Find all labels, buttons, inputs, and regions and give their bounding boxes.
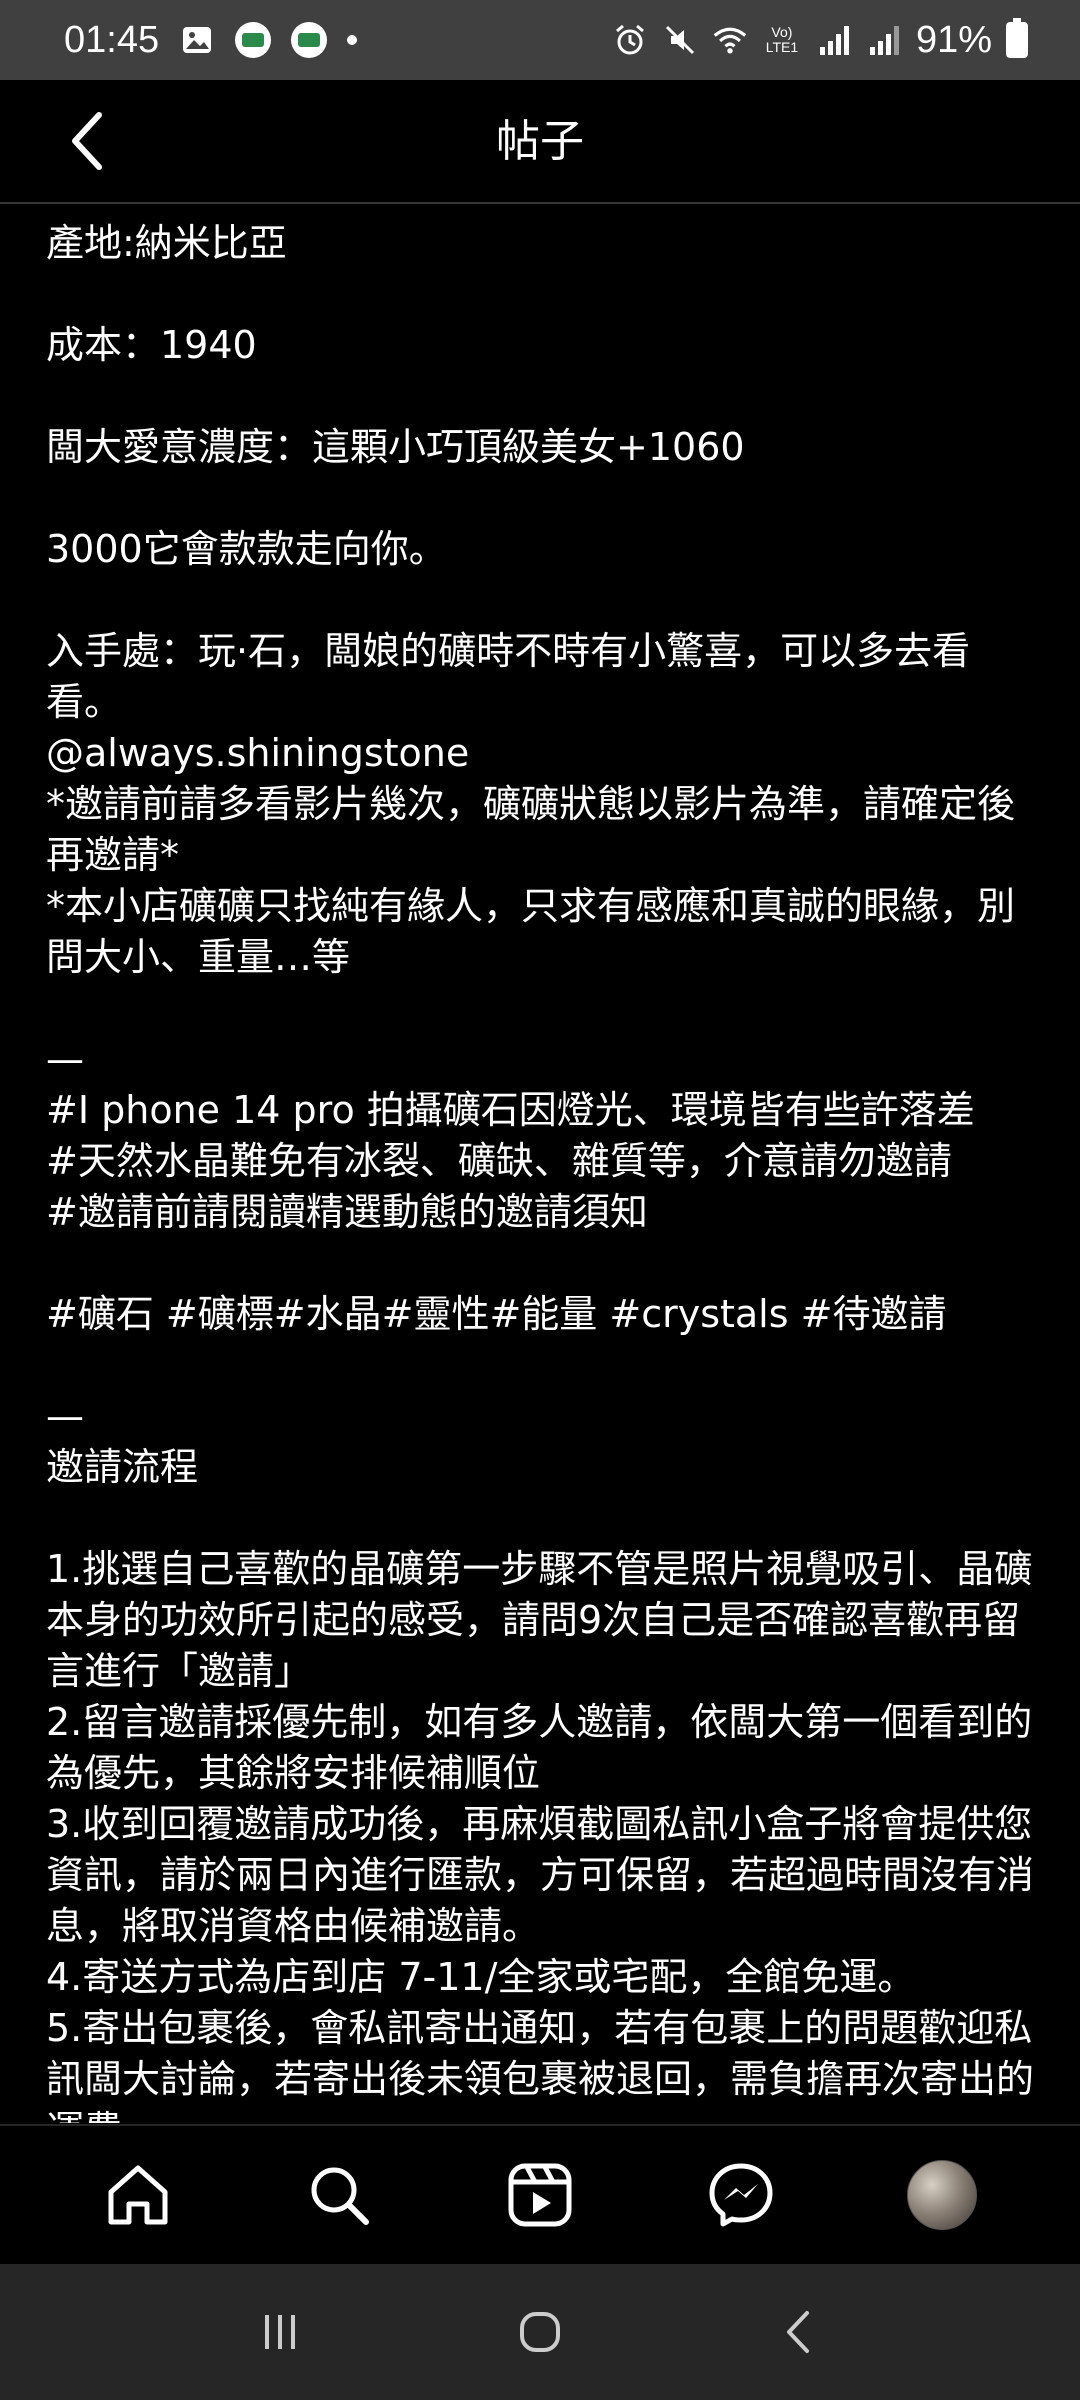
header-bar: 帖子 bbox=[0, 80, 1080, 204]
back-chevron-icon bbox=[787, 2311, 809, 2353]
gallery-icon bbox=[179, 22, 215, 58]
search-icon bbox=[311, 2167, 370, 2225]
alarm-icon bbox=[612, 22, 648, 58]
battery-icon bbox=[1006, 18, 1028, 58]
hashtag-line[interactable]: #天然水晶難免有冰裂、礦缺、雜質等，介意請勿邀請 bbox=[46, 1136, 1036, 1187]
caption-line bbox=[46, 983, 1036, 1034]
caption-line: 5.寄出包裹後，會私訊寄出通知，若有包裹上的問題歡迎私訊闆大討論，若寄出後未領包… bbox=[46, 2006, 1035, 2123]
caption-line: — bbox=[46, 1394, 84, 1438]
caption-line: *本小店礦礦只找純有緣人，只求有感應和真誠的眼緣，別問大小、重量…等 bbox=[46, 884, 1016, 979]
tab-messenger[interactable] bbox=[691, 2145, 791, 2245]
chevron-left-icon bbox=[72, 112, 102, 170]
home-icon bbox=[108, 2165, 168, 2225]
system-navigation-bar bbox=[0, 2264, 1080, 2400]
bottom-tab-bar bbox=[0, 2124, 1080, 2264]
caption-line: 3000它會款款走向你。 bbox=[46, 527, 447, 571]
post-caption: 產地:納米比亞 成本：1940 闆大愛意濃度：這顆小巧頂級美女+1060 300… bbox=[46, 218, 1036, 2123]
reels-icon bbox=[508, 2163, 572, 2227]
mention-link[interactable]: @always.shiningstone bbox=[46, 728, 1036, 779]
home-circle-icon bbox=[520, 2312, 560, 2352]
caption-line bbox=[46, 473, 1036, 524]
caption-line: *邀請前請多看影片幾次，礦礦狀態以影片為準，請確定後再邀請* bbox=[46, 782, 1016, 877]
recents-icon bbox=[265, 2315, 295, 2349]
hashtag-line[interactable]: #邀請前請閱讀精選動態的邀請須知 bbox=[46, 1187, 1036, 1238]
caption-line: 產地:納米比亞 bbox=[46, 221, 287, 265]
caption-line: 3.收到回覆邀請成功後，再麻煩截圖私訊小盒子將會提供您資訊，請於兩日內進行匯款，… bbox=[46, 1802, 1035, 1948]
back-button[interactable] bbox=[52, 106, 122, 176]
tab-home[interactable] bbox=[88, 2145, 188, 2245]
lte-signal-icon bbox=[816, 22, 852, 58]
caption-line: 邀請流程 bbox=[46, 1445, 199, 1489]
hashtag-line[interactable]: #礦石 #礦標#水晶#靈性#能量 #crystals #待邀請 bbox=[46, 1289, 1036, 1340]
caption-line bbox=[46, 371, 1036, 422]
tab-search[interactable] bbox=[289, 2145, 389, 2245]
signal-icon bbox=[866, 22, 902, 58]
wifi-icon bbox=[712, 22, 748, 58]
caption-line: 2.留言邀請採優先制，如有多人邀請，依闆大第一個看到的為優先，其餘將安排候補順位 bbox=[46, 1700, 1033, 1795]
app-notification-icon bbox=[291, 22, 328, 58]
tab-reels[interactable] bbox=[490, 2145, 590, 2245]
system-back-button[interactable] bbox=[755, 2287, 845, 2377]
hashtag-line[interactable]: #I phone 14 pro 拍攝礦石因燈光、環境皆有些許落差 bbox=[46, 1085, 1036, 1136]
avatar bbox=[906, 2160, 977, 2230]
status-time: 01:45 bbox=[64, 18, 160, 61]
home-button[interactable] bbox=[495, 2287, 585, 2377]
caption-line bbox=[46, 269, 1036, 320]
caption-line: — bbox=[46, 1037, 84, 1081]
caption-line: 成本：1940 bbox=[46, 323, 257, 367]
lte-label: Vo) LTE1 bbox=[765, 24, 799, 55]
caption-line: 入手處：玩·石，闆娘的礦時不時有小驚喜，可以多去看看。 bbox=[46, 629, 971, 724]
page-title: 帖子 bbox=[496, 116, 584, 167]
tab-profile[interactable] bbox=[892, 2145, 992, 2245]
caption-line bbox=[46, 1238, 1036, 1289]
caption-line: 4.寄送方式為店到店 7-11/全家或宅配，全館免運。 bbox=[46, 1955, 916, 1999]
recents-button[interactable] bbox=[235, 2287, 325, 2377]
app-notification-icon bbox=[235, 22, 272, 58]
mute-icon bbox=[662, 22, 698, 58]
status-bar: 01:45 Vo) LTE1 91% bbox=[0, 0, 1080, 80]
caption-line: 闆大愛意濃度：這顆小巧頂級美女+1060 bbox=[46, 425, 745, 469]
messenger-icon bbox=[709, 2163, 773, 2227]
caption-line bbox=[46, 1340, 1036, 1391]
caption-line bbox=[46, 1493, 1036, 1544]
more-notifications-dot bbox=[347, 35, 358, 45]
caption-line: 1.挑選自己喜歡的晶礦第一步驟不管是照片視覺吸引、晶礦本身的功效所引起的感受，請… bbox=[46, 1547, 1033, 1693]
battery-percent: 91% bbox=[915, 18, 992, 61]
caption-line bbox=[46, 575, 1036, 626]
